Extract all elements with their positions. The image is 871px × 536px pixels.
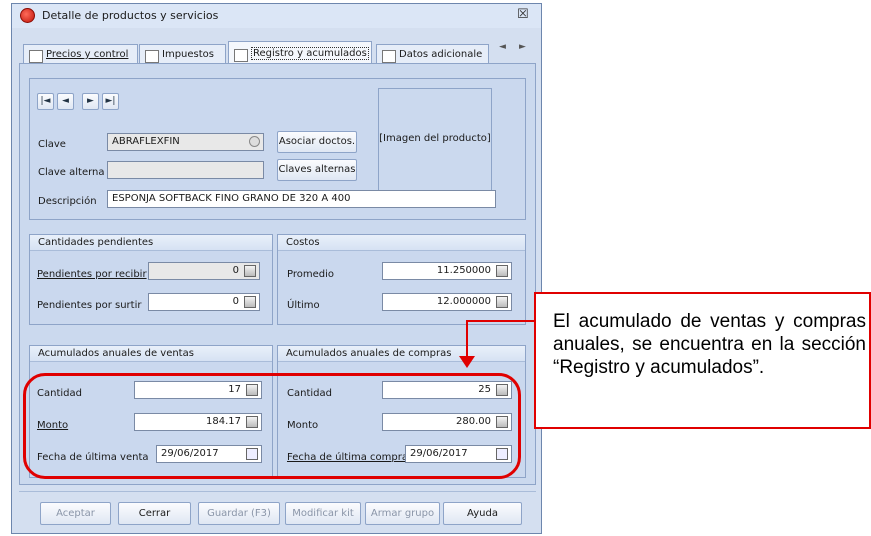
next-record-button[interactable]: ► — [82, 93, 99, 110]
calculator-icon[interactable] — [244, 296, 256, 308]
arrow-line — [466, 320, 468, 358]
pendientes-title: Cantidades pendientes — [30, 235, 272, 251]
tab-scroll-left-icon[interactable]: ◄ — [499, 42, 506, 52]
pendientes-recibir-value: 0 — [232, 265, 239, 276]
clave-alterna-label: Clave alterna — [38, 167, 105, 178]
window-title: Detalle de productos y servicios — [42, 9, 219, 22]
calculator-icon[interactable] — [496, 296, 508, 308]
pendientes-group: Cantidades pendientes Pendientes por rec… — [29, 234, 273, 325]
clave-value: ABRAFLEXFIN — [112, 136, 180, 147]
app-icon — [20, 8, 35, 23]
clave-label: Clave — [38, 139, 66, 150]
ultimo-label: Último — [287, 300, 320, 311]
calculator-icon[interactable] — [496, 265, 508, 277]
ultimo-value: 12.000000 — [436, 296, 491, 307]
last-record-button[interactable]: ►| — [102, 93, 119, 110]
pendientes-surtir-input[interactable]: 0 — [148, 293, 260, 311]
tab-label: Impuestos — [162, 49, 214, 60]
promedio-input[interactable]: 11.250000 — [382, 262, 512, 280]
asociar-doctos-button[interactable]: Asociar doctos. — [277, 131, 357, 153]
tab-label: Registro y acumulados — [251, 47, 369, 60]
ayuda-button[interactable]: Ayuda — [443, 502, 522, 525]
tab-label: Precios y control — [46, 49, 129, 60]
title-bar: Detalle de productos y servicios ☒ — [12, 4, 541, 28]
ventas-title: Acumulados anuales de ventas — [30, 346, 272, 362]
calculator-icon[interactable] — [244, 265, 256, 277]
compras-title: Acumulados anuales de compras — [278, 346, 525, 362]
tab-label: Datos adicionale — [399, 49, 483, 60]
lookup-icon[interactable] — [249, 136, 260, 147]
pendientes-surtir-value: 0 — [232, 296, 239, 307]
first-record-button[interactable]: |◄ — [37, 93, 54, 110]
tab-scroll-right-icon[interactable]: ► — [519, 42, 526, 52]
modificar-kit-button[interactable]: Modificar kit — [285, 502, 361, 525]
aceptar-button[interactable]: Aceptar — [40, 502, 111, 525]
data-icon — [382, 50, 396, 63]
arrow-down-icon — [459, 356, 475, 368]
general-group: |◄ ◄ ► ►| Clave ABRAFLEXFIN Asociar doct… — [29, 78, 526, 220]
cerrar-button[interactable]: Cerrar — [118, 502, 191, 525]
highlight-outline — [23, 373, 521, 479]
costos-title: Costos — [278, 235, 525, 251]
descripcion-input[interactable]: ESPONJA SOFTBACK FINO GRANO DE 320 A 400 — [107, 190, 496, 208]
clave-alterna-input[interactable] — [107, 161, 264, 179]
pendientes-recibir-input[interactable]: 0 — [148, 262, 260, 280]
promedio-label: Promedio — [287, 269, 335, 280]
callout-box: El acumulado de ventas y compras anuales… — [534, 292, 871, 429]
armar-grupo-button[interactable]: Armar grupo — [365, 502, 440, 525]
descripcion-label: Descripción — [38, 196, 97, 207]
close-icon[interactable]: ☒ — [517, 7, 529, 22]
claves-alternas-button[interactable]: Claves alternas — [277, 159, 357, 181]
pendientes-surtir-label: Pendientes por surtir — [37, 300, 142, 311]
prev-record-button[interactable]: ◄ — [57, 93, 74, 110]
tax-icon — [145, 50, 159, 63]
dialog-button-bar: Aceptar Cerrar Guardar (F3) Modificar ki… — [19, 491, 536, 531]
pendientes-recibir-label: Pendientes por recibir — [37, 269, 147, 280]
promedio-value: 11.250000 — [436, 265, 491, 276]
costos-group: Costos Promedio 11.250000 Último 12.0000… — [277, 234, 526, 325]
ultimo-input[interactable]: 12.000000 — [382, 293, 512, 311]
guardar-button[interactable]: Guardar (F3) — [198, 502, 280, 525]
product-image: [Imagen del producto] — [378, 88, 492, 201]
price-tag-icon — [29, 50, 43, 63]
callout-text: El acumulado de ventas y compras anuales… — [553, 311, 866, 378]
image-placeholder-text: [Imagen del producto] — [379, 133, 491, 144]
register-icon — [234, 49, 248, 62]
arrow-line — [466, 320, 536, 322]
clave-input[interactable]: ABRAFLEXFIN — [107, 133, 264, 151]
